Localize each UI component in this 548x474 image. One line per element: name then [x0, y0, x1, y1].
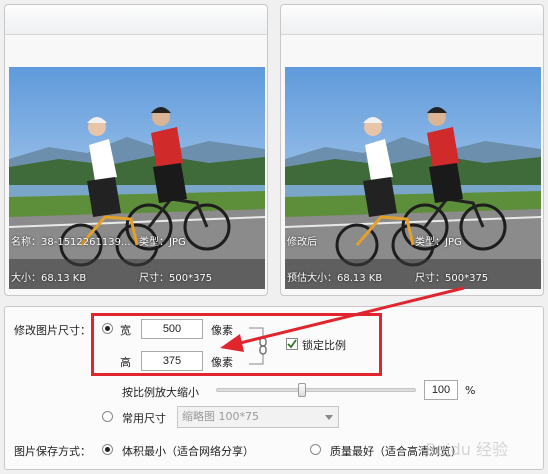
watermark-text: Baidu 经验 — [425, 440, 508, 459]
annotation-arrow — [220, 286, 465, 352]
